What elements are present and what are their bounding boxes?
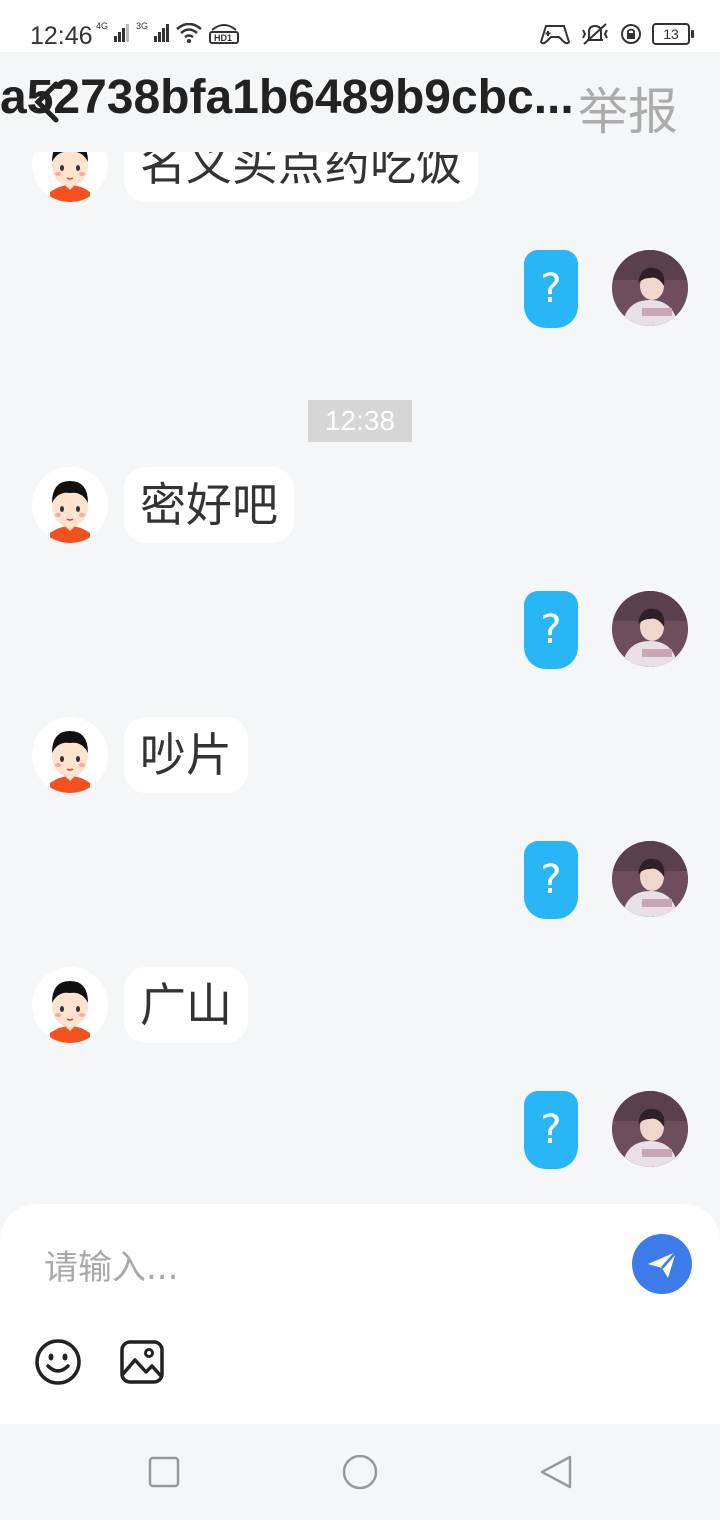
contact-avatar[interactable] xyxy=(32,467,108,543)
hd-icon: HD1 xyxy=(209,24,240,44)
composer-panel xyxy=(0,1204,720,1424)
net-label-1: 4G xyxy=(96,21,109,31)
outgoing-message[interactable]: ? xyxy=(524,1091,578,1169)
status-time: 12:46 xyxy=(30,22,93,50)
my-avatar[interactable] xyxy=(612,250,688,326)
system-indicators: 13 xyxy=(540,22,694,46)
timestamp-divider: 12:38 xyxy=(308,400,412,442)
network-indicators: 4G 3G HD1 xyxy=(96,21,240,44)
chat-screen: 12:46 4G 3G HD1 13 a52738bfa1b6489b9cbc.… xyxy=(0,0,720,1520)
avatar-boy-icon xyxy=(612,591,688,667)
incoming-message[interactable]: 吵片 xyxy=(124,717,248,793)
emoji-icon[interactable] xyxy=(34,1338,82,1386)
image-icon[interactable] xyxy=(118,1338,166,1386)
system-nav-bar xyxy=(0,1424,720,1520)
back-arrow-icon[interactable] xyxy=(28,80,68,124)
triangle-back-icon[interactable] xyxy=(538,1454,574,1490)
send-icon xyxy=(648,1251,677,1278)
contact-avatar[interactable] xyxy=(32,717,108,793)
square-icon[interactable] xyxy=(146,1454,182,1490)
my-avatar[interactable] xyxy=(612,591,688,667)
my-avatar[interactable] xyxy=(612,1091,688,1167)
avatar-girl-icon xyxy=(32,717,108,793)
incoming-message[interactable]: 广山 xyxy=(124,967,248,1043)
net-label-2: 3G xyxy=(136,21,149,31)
signal-icon xyxy=(114,24,130,42)
vibrate-bell-icon xyxy=(582,23,608,45)
message-input[interactable] xyxy=(42,1242,606,1294)
report-button[interactable]: 举报 xyxy=(578,72,678,144)
avatar-boy-icon xyxy=(612,250,688,326)
outgoing-message[interactable]: ? xyxy=(524,591,578,669)
gamepad-icon xyxy=(540,25,570,45)
avatar-boy-icon xyxy=(612,841,688,917)
wifi-icon xyxy=(176,23,202,43)
send-button[interactable] xyxy=(632,1234,692,1294)
svg-text:HD1: HD1 xyxy=(214,33,232,43)
signal-icon xyxy=(154,24,170,42)
outgoing-message[interactable]: ? xyxy=(524,841,578,919)
rotation-lock-icon xyxy=(621,24,641,44)
contact-avatar[interactable] xyxy=(32,967,108,1043)
battery-indicator: 13 xyxy=(652,23,694,45)
outgoing-message[interactable]: ? xyxy=(524,250,578,328)
chat-header: a52738bfa1b6489b9cbc... 举报 xyxy=(0,52,720,152)
incoming-message[interactable]: 密好吧 xyxy=(124,467,294,543)
circle-icon[interactable] xyxy=(342,1454,378,1490)
avatar-boy-icon xyxy=(612,1091,688,1167)
my-avatar[interactable] xyxy=(612,841,688,917)
avatar-girl-icon xyxy=(32,467,108,543)
avatar-girl-icon xyxy=(32,967,108,1043)
